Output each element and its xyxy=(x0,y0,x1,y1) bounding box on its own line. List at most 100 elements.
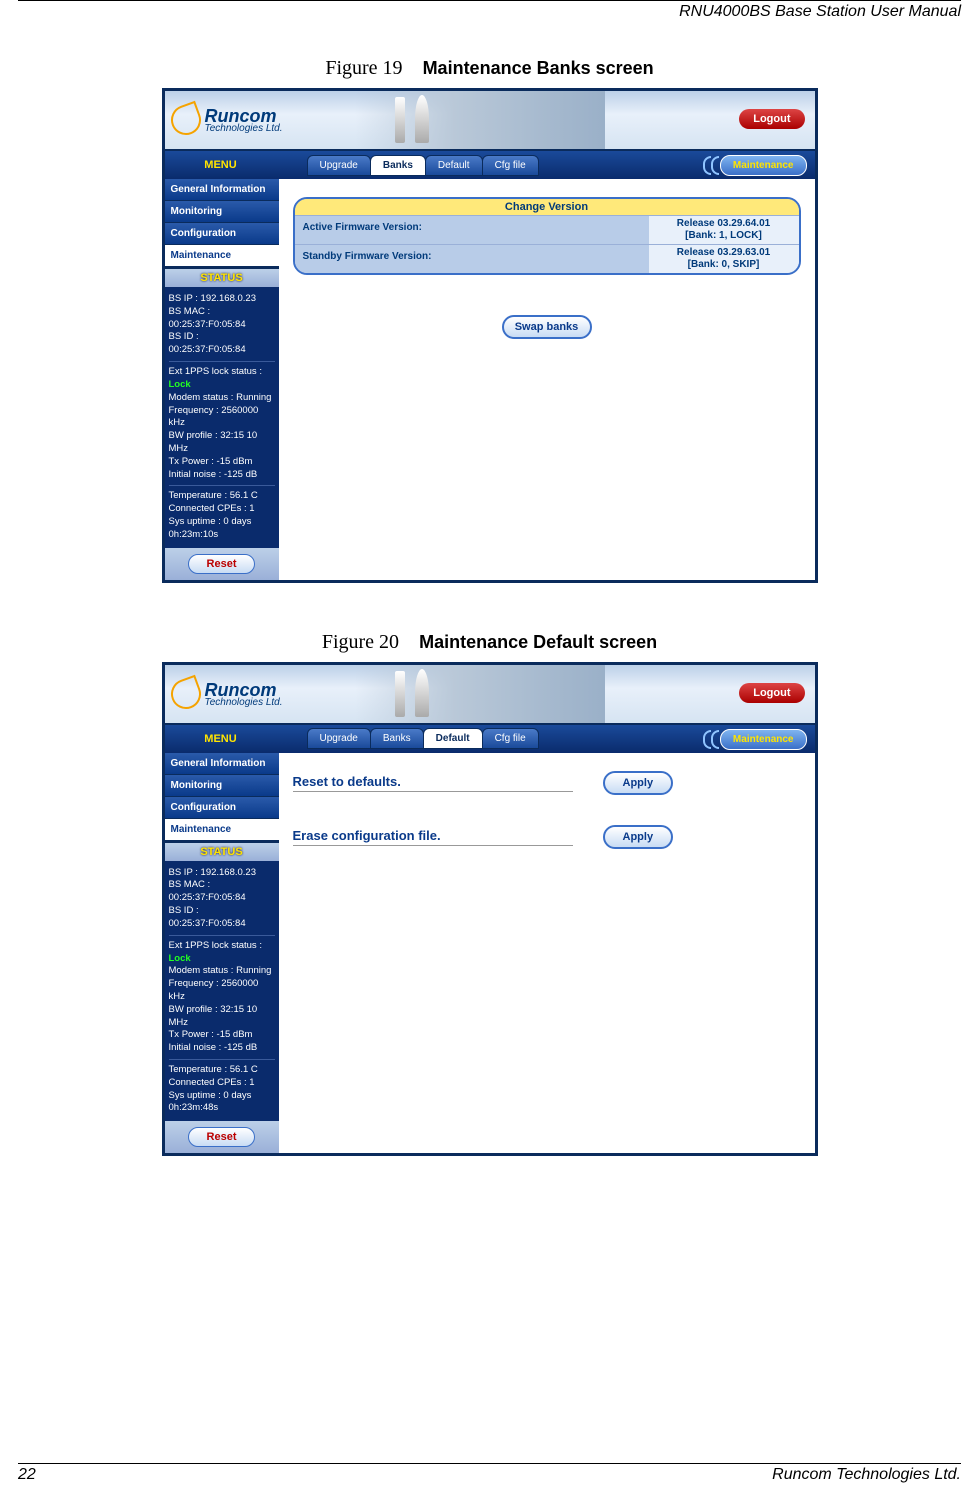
tab-default[interactable]: Default xyxy=(425,155,483,176)
header-photo xyxy=(355,91,605,149)
doc-footer: 22 Runcom Technologies Ltd. xyxy=(18,1463,961,1484)
status-cpes: Connected CPEs : 1 xyxy=(169,503,275,516)
active-firmware-release: Release 03.29.64.01 xyxy=(653,218,795,230)
status-noise: Initial noise : -125 dB xyxy=(169,469,275,482)
change-version-box: Change Version Active Firmware Version: … xyxy=(293,197,801,275)
status-modem: Modem status : Running xyxy=(169,965,275,978)
status-bs-id: BS ID : 00:25:37:F0:05:84 xyxy=(169,331,275,357)
apply-reset-button[interactable]: Apply xyxy=(603,771,674,795)
logo-text: Runcom Technologies Ltd. xyxy=(205,106,283,134)
sidebar-item-general[interactable]: General Information xyxy=(165,753,279,775)
status-temp: Temperature : 56.1 C xyxy=(169,490,275,503)
menu-label: MENU xyxy=(165,159,277,171)
standby-firmware-bank: [Bank: 0, SKIP] xyxy=(653,259,795,271)
status-freq: Frequency : 2560000 kHz xyxy=(169,978,275,1004)
logo-text: Runcom Technologies Ltd. xyxy=(205,680,283,708)
active-firmware-row: Active Firmware Version: Release 03.29.6… xyxy=(295,215,799,244)
tab-upgrade[interactable]: Upgrade xyxy=(307,155,371,176)
figure20-caption: Figure 20 Maintenance Default screen xyxy=(0,631,979,654)
status-lock-label: Ext 1PPS lock status : xyxy=(169,940,262,951)
logo-icon xyxy=(166,674,204,712)
status-modem: Modem status : Running xyxy=(169,392,275,405)
status-tx: Tx Power : -15 dBm xyxy=(169,456,275,469)
figure19-title: Maintenance Banks screen xyxy=(423,58,654,78)
tab-cfg[interactable]: Cfg file xyxy=(482,155,539,176)
status-bs-ip: BS IP : 192.168.0.23 xyxy=(169,867,275,880)
sidebar: General Information Monitoring Configura… xyxy=(165,179,279,580)
status-lock: Ext 1PPS lock status : Lock xyxy=(169,940,275,966)
status-divider xyxy=(169,935,275,936)
footer-company: Runcom Technologies Ltd. xyxy=(772,1466,961,1484)
sidebar-item-configuration[interactable]: Configuration xyxy=(165,797,279,819)
sidebar-item-general[interactable]: General Information xyxy=(165,179,279,201)
doc-header: RNU4000BS Base Station User Manual xyxy=(18,0,961,21)
reset-button[interactable]: Reset xyxy=(188,1127,256,1147)
app-header: Runcom Technologies Ltd. Logout xyxy=(165,665,815,725)
standby-firmware-value: Release 03.29.63.01 [Bank: 0, SKIP] xyxy=(649,245,799,273)
tab-row: MENU Upgrade Banks Default Cfg file Main… xyxy=(165,725,815,753)
sidebar-item-maintenance[interactable]: Maintenance xyxy=(165,819,279,841)
status-heading: STATUS xyxy=(165,841,279,861)
app-body: General Information Monitoring Configura… xyxy=(165,753,815,1154)
figure19-prefix: Figure 19 xyxy=(325,57,402,79)
status-lock-label: Ext 1PPS lock status : xyxy=(169,366,262,377)
tab-group: Upgrade Banks Default Cfg file xyxy=(307,728,538,749)
menu-label: MENU xyxy=(165,733,277,745)
standby-firmware-label: Standby Firmware Version: xyxy=(295,245,649,273)
reset-button[interactable]: Reset xyxy=(188,554,256,574)
status-divider xyxy=(169,361,275,362)
standby-firmware-row: Standby Firmware Version: Release 03.29.… xyxy=(295,244,799,273)
standby-firmware-release: Release 03.29.63.01 xyxy=(653,247,795,259)
status-temp: Temperature : 56.1 C xyxy=(169,1064,275,1077)
status-panel: BS IP : 192.168.0.23 BS MAC : 00:25:37:F… xyxy=(165,861,279,1122)
status-lock: Ext 1PPS lock status : Lock xyxy=(169,366,275,392)
status-uptime: Sys uptime : 0 days 0h:23m:48s xyxy=(169,1090,275,1116)
sidebar-item-monitoring[interactable]: Monitoring xyxy=(165,201,279,223)
status-uptime: Sys uptime : 0 days 0h:23m:10s xyxy=(169,516,275,542)
logout-button[interactable]: Logout xyxy=(739,683,804,703)
change-version-heading: Change Version xyxy=(295,199,799,215)
reset-area: Reset xyxy=(165,548,279,580)
status-lock-value: Lock xyxy=(169,953,191,964)
logo-sub: Technologies Ltd. xyxy=(205,123,283,134)
status-bs-ip: BS IP : 192.168.0.23 xyxy=(169,293,275,306)
status-bs-mac: BS MAC : 00:25:37:F0:05:84 xyxy=(169,306,275,332)
tab-default[interactable]: Default xyxy=(423,728,483,749)
reset-defaults-label: Reset to defaults. xyxy=(293,774,573,792)
tab-upgrade[interactable]: Upgrade xyxy=(307,728,371,749)
erase-config-row: Erase configuration file. Apply xyxy=(293,825,801,849)
content-default: Reset to defaults. Apply Erase configura… xyxy=(279,753,815,1154)
status-panel: BS IP : 192.168.0.23 BS MAC : 00:25:37:F… xyxy=(165,287,279,548)
erase-config-label: Erase configuration file. xyxy=(293,828,573,846)
status-noise: Initial noise : -125 dB xyxy=(169,1042,275,1055)
tab-banks[interactable]: Banks xyxy=(370,155,426,176)
tab-row: MENU Upgrade Banks Default Cfg file Main… xyxy=(165,151,815,179)
status-divider xyxy=(169,485,275,486)
sidebar-item-configuration[interactable]: Configuration xyxy=(165,223,279,245)
doc-header-title: RNU4000BS Base Station User Manual xyxy=(679,3,961,20)
figure20-prefix: Figure 20 xyxy=(322,631,399,653)
status-freq: Frequency : 2560000 kHz xyxy=(169,405,275,431)
app-header: Runcom Technologies Ltd. Logout xyxy=(165,91,815,151)
status-bs-id: BS ID : 00:25:37:F0:05:84 xyxy=(169,905,275,931)
status-divider xyxy=(169,1059,275,1060)
content-banks: Change Version Active Firmware Version: … xyxy=(279,179,815,580)
logout-button[interactable]: Logout xyxy=(739,109,804,129)
logo-sub: Technologies Ltd. xyxy=(205,697,283,708)
figure19-window: Runcom Technologies Ltd. Logout MENU Upg… xyxy=(162,88,818,583)
active-firmware-label: Active Firmware Version: xyxy=(295,216,649,244)
figure19-caption: Figure 19 Maintenance Banks screen xyxy=(0,57,979,80)
status-bs-mac: BS MAC : 00:25:37:F0:05:84 xyxy=(169,879,275,905)
breadcrumb: Maintenance xyxy=(720,155,807,176)
sidebar-item-monitoring[interactable]: Monitoring xyxy=(165,775,279,797)
logo-icon xyxy=(166,101,204,139)
tab-cfg[interactable]: Cfg file xyxy=(482,728,539,749)
logo: Runcom Technologies Ltd. xyxy=(171,679,283,709)
sidebar: General Information Monitoring Configura… xyxy=(165,753,279,1154)
tab-banks[interactable]: Banks xyxy=(370,728,424,749)
sidebar-item-maintenance[interactable]: Maintenance xyxy=(165,245,279,267)
breadcrumb: Maintenance xyxy=(720,729,807,750)
active-firmware-value: Release 03.29.64.01 [Bank: 1, LOCK] xyxy=(649,216,799,244)
apply-erase-button[interactable]: Apply xyxy=(603,825,674,849)
swap-banks-button[interactable]: Swap banks xyxy=(502,315,592,339)
